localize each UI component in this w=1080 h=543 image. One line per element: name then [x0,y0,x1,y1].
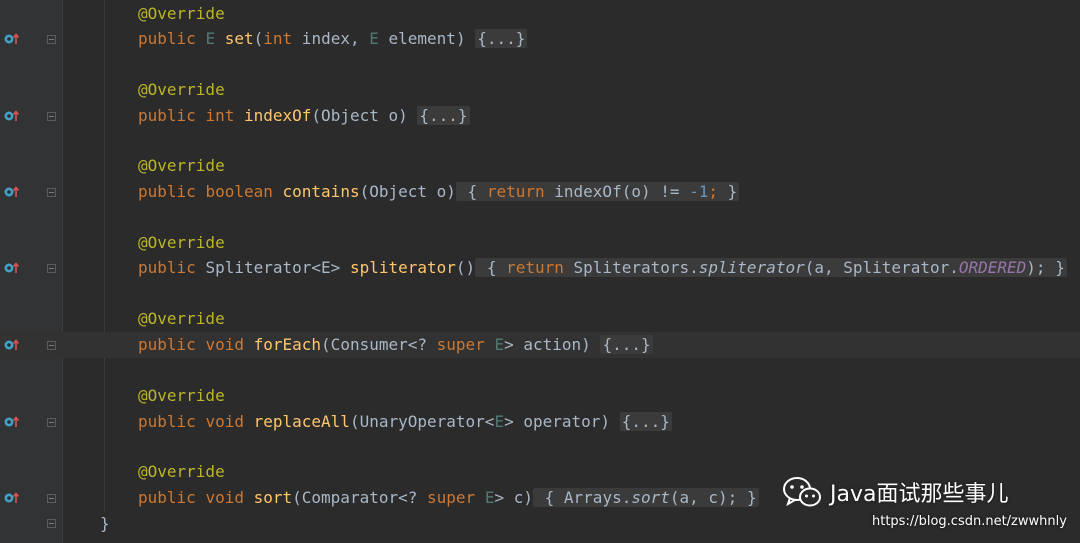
method-params: (Comparator<? super E> c) [292,488,533,507]
fold-marker-icon[interactable] [47,112,56,121]
override-method-icon[interactable] [3,108,21,124]
method-params: () [455,258,476,277]
modifier: public [138,258,196,277]
fold-marker-icon[interactable] [47,35,56,44]
fold-marker-icon[interactable] [47,341,56,350]
code-line[interactable]: @Override [0,383,1080,409]
code-line[interactable]: @Override [0,153,1080,179]
modifier: public [138,335,196,354]
method-name: contains [282,182,360,201]
inline-body[interactable]: { Arrays.sort(a, c); } [532,488,759,507]
override-annotation: @Override [138,233,225,252]
method-params: (UnaryOperator<E> operator) [349,412,611,431]
return-type: boolean [205,182,273,201]
watermark-title: Java面试那些事儿 [830,482,1009,507]
override-method-icon[interactable] [3,184,21,200]
override-method-icon[interactable] [3,260,21,276]
folded-body[interactable]: {...} [417,106,470,125]
code-line-replaceall[interactable]: public void replaceAll(UnaryOperator<E> … [0,409,1080,435]
fold-marker-icon[interactable] [47,188,56,197]
code-line[interactable]: @Override [0,230,1080,256]
inline-body[interactable]: { return indexOf(o) != -1; } [455,182,740,201]
folded-body[interactable]: {...} [619,412,672,431]
folded-body[interactable]: {...} [475,29,528,48]
method-name: forEach [253,335,322,354]
override-annotation: @Override [138,80,225,99]
modifier: public [138,488,196,507]
override-annotation: @Override [138,309,225,328]
return-type: Spliterator<E> [205,258,341,277]
method-name: replaceAll [253,412,350,431]
override-annotation: @Override [138,462,225,481]
fold-marker-icon[interactable] [47,519,56,528]
closing-brace: } [100,514,110,533]
override-method-icon[interactable] [3,414,21,430]
override-annotation: @Override [138,386,225,405]
code-line-contains[interactable]: public boolean contains(Object o) { retu… [0,179,1080,205]
override-method-icon[interactable] [3,337,21,353]
method-name: indexOf [243,106,312,125]
code-line[interactable]: @Override [0,306,1080,332]
method-name: set [224,29,254,48]
fold-marker-icon[interactable] [47,494,56,503]
method-name: spliterator [349,258,456,277]
method-params: (Object o) [311,106,408,125]
code-line-set[interactable]: public E set(int index, E element) {...} [0,26,1080,52]
method-params: (int index, E element) [253,29,466,48]
folded-body[interactable]: {...} [600,335,653,354]
watermark-url: https://blog.csdn.net/zwwhnly [872,514,1067,529]
code-line[interactable]: @Override [0,77,1080,103]
override-annotation: @Override [138,156,225,175]
modifier: public [138,412,196,431]
return-type: void [205,412,244,431]
return-type: void [205,488,244,507]
modifier: public [138,106,196,125]
return-type: int [205,106,235,125]
modifier: public [138,182,196,201]
wechat-icon [783,477,821,507]
method-params: (Object o) [359,182,456,201]
return-type: void [205,335,244,354]
override-method-icon[interactable] [3,31,21,47]
method-name: sort [253,488,293,507]
override-method-icon[interactable] [3,490,21,506]
fold-marker-icon[interactable] [47,264,56,273]
code-line-spliterator[interactable]: public Spliterator<E> spliterator() { re… [0,255,1080,281]
modifier: public [138,29,196,48]
watermark: Java面试那些事儿 [782,472,1008,512]
method-params: (Consumer<? super E> action) [321,335,591,354]
code-line[interactable]: @Override [0,1,1080,27]
code-line-indexof[interactable]: public int indexOf(Object o) {...} [0,103,1080,129]
return-type: E [205,29,216,48]
fold-marker-icon[interactable] [47,418,56,427]
inline-body[interactable]: { return Spliterators.spliterator(a, Spl… [475,258,1067,277]
code-line-foreach[interactable]: public void forEach(Consumer<? super E> … [0,332,1080,358]
override-annotation: @Override [138,4,225,23]
